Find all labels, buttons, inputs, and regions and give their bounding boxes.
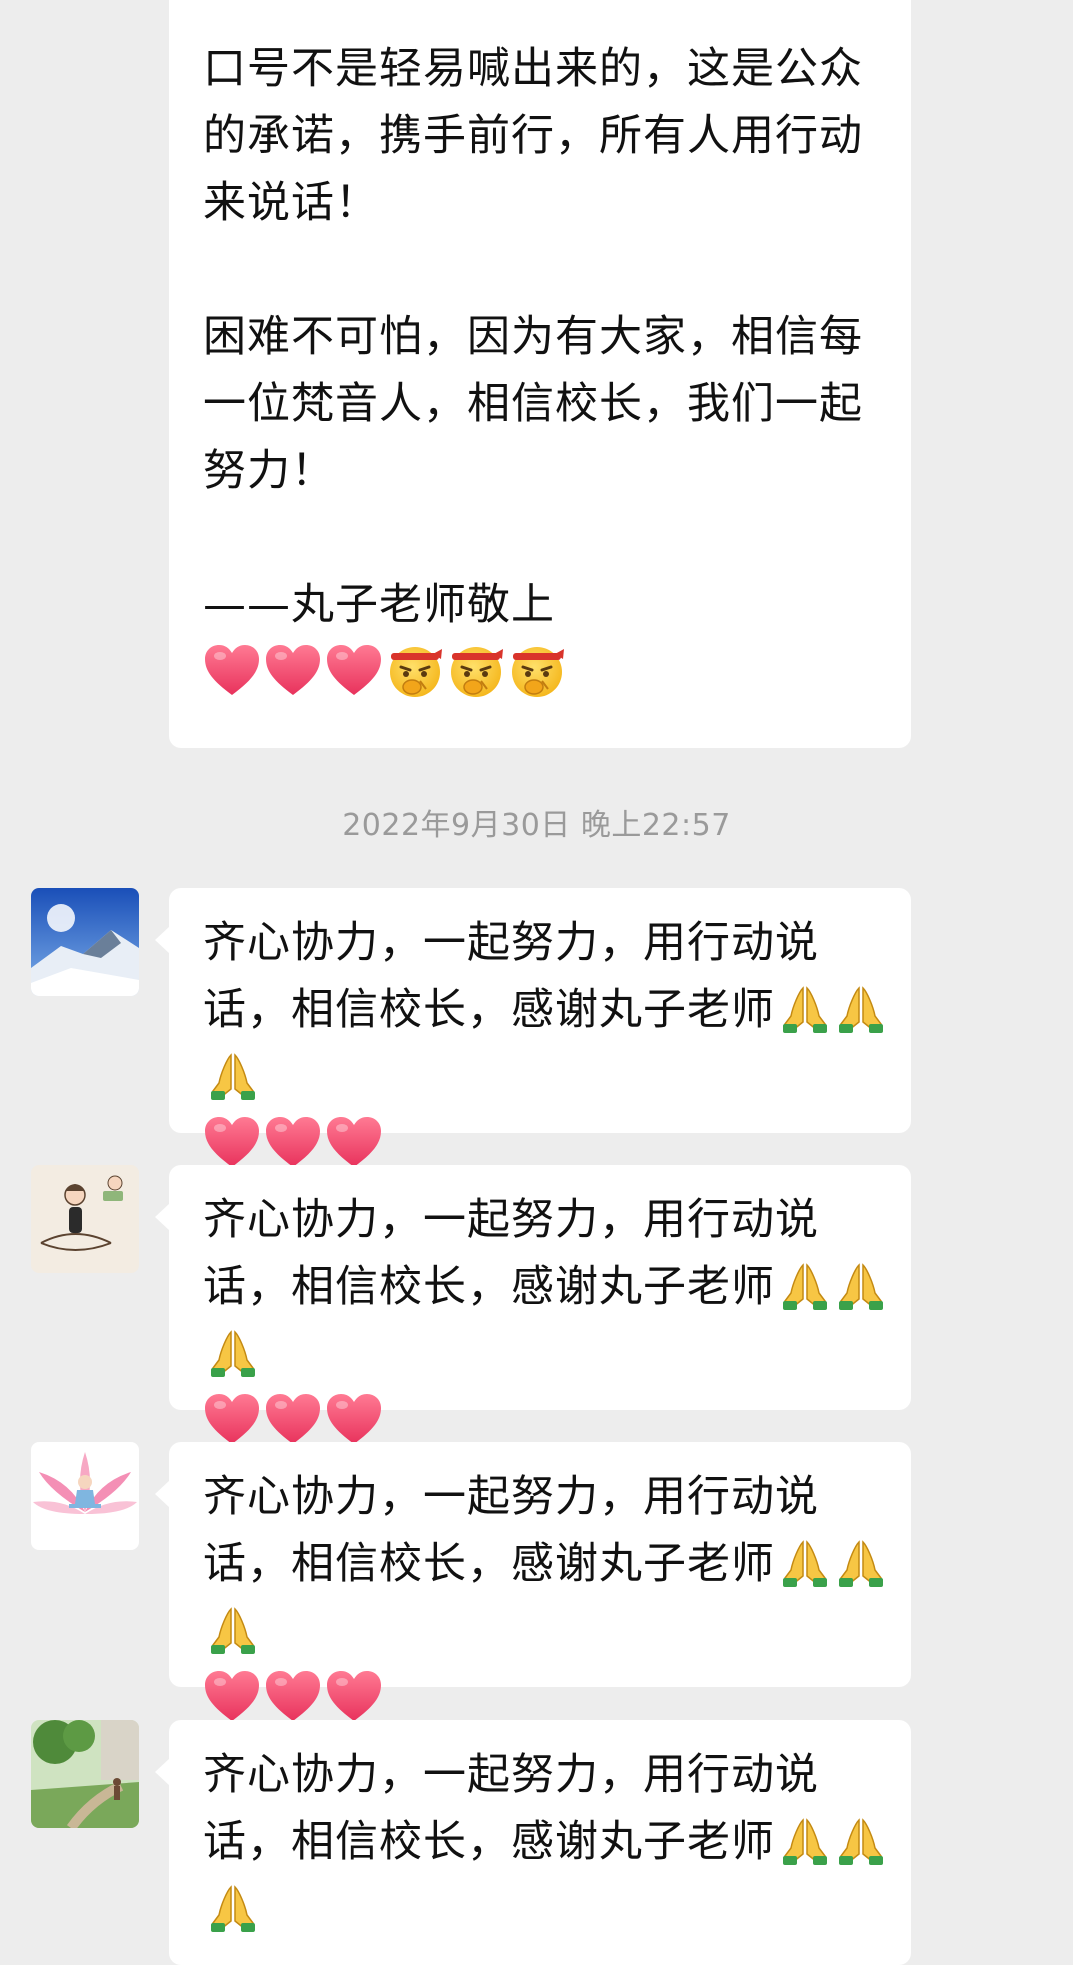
- pray-icon: [779, 1259, 831, 1311]
- pray-icon: [207, 1881, 259, 1933]
- lotus-meditation-avatar-icon: [31, 1442, 139, 1550]
- message-bubble[interactable]: 齐心协力，一起努力，用行动说话，相信校长，感谢丸子老师: [155, 1720, 911, 1965]
- pray-icon: [779, 1814, 831, 1866]
- emoji-row: [203, 639, 883, 701]
- pray-icon: [779, 1536, 831, 1588]
- message-bubble[interactable]: 齐心协力，一起努力，用行动说话，相信校长，感谢丸子老师: [155, 888, 911, 1133]
- pray-icon: [835, 982, 887, 1034]
- heart-icon: [203, 1669, 261, 1723]
- park-walk-avatar-icon: [31, 1720, 139, 1828]
- snowy-mountain-avatar-icon: [31, 888, 139, 996]
- message-text: 齐心协力，一起努力，用行动说话，相信校长，感谢丸子老师: [203, 1195, 819, 1312]
- heart-icon: [325, 1669, 383, 1723]
- pray-icon: [207, 1049, 259, 1101]
- message-signature: ——丸子老师敬上: [203, 580, 555, 630]
- avatar[interactable]: [31, 1442, 139, 1550]
- message-text: 齐心协力，一起努力，用行动说话，相信校长，感谢丸子老师: [203, 1750, 819, 1867]
- emoji-row: [203, 1388, 903, 1450]
- emoji-row: [203, 1111, 903, 1173]
- pray-icon: [207, 1326, 259, 1378]
- yoga-drawing-avatar-icon: [31, 1165, 139, 1273]
- pray-icon: [207, 1603, 259, 1655]
- emoji-row: [203, 1665, 903, 1727]
- avatar[interactable]: [31, 1165, 139, 1273]
- saluting-face-icon: [386, 641, 444, 699]
- heart-icon: [264, 1669, 322, 1723]
- heart-icon: [325, 1392, 383, 1446]
- heart-icon: [203, 643, 261, 697]
- message-paragraph: 口号不是轻易喊出来的，这是公众的承诺，携手前行，所有人用行动来说话！: [203, 44, 863, 228]
- pray-icon: [835, 1536, 887, 1588]
- avatar[interactable]: [31, 1720, 139, 1828]
- message-bubble-first[interactable]: 口号不是轻易喊出来的，这是公众的承诺，携手前行，所有人用行动来说话！ 困难不可怕…: [169, 0, 911, 748]
- pray-icon: [835, 1814, 887, 1866]
- message-text: 齐心协力，一起努力，用行动说话，相信校长，感谢丸子老师: [203, 1472, 819, 1589]
- pray-icon: [779, 982, 831, 1034]
- heart-icon: [325, 643, 383, 697]
- message-bubble[interactable]: 齐心协力，一起努力，用行动说话，相信校长，感谢丸子老师: [155, 1165, 911, 1410]
- avatar[interactable]: [31, 888, 139, 996]
- heart-icon: [203, 1392, 261, 1446]
- heart-icon: [325, 1115, 383, 1169]
- message-text: 齐心协力，一起努力，用行动说话，相信校长，感谢丸子老师: [203, 918, 819, 1035]
- pray-icon: [835, 1259, 887, 1311]
- message-bubble[interactable]: 齐心协力，一起努力，用行动说话，相信校长，感谢丸子老师: [155, 1442, 911, 1687]
- heart-icon: [203, 1115, 261, 1169]
- saluting-face-icon: [447, 641, 505, 699]
- heart-icon: [264, 1392, 322, 1446]
- heart-icon: [264, 643, 322, 697]
- heart-icon: [264, 1115, 322, 1169]
- message-paragraph: 困难不可怕，因为有大家，相信每一位梵音人，相信校长，我们一起努力！: [203, 312, 863, 496]
- saluting-face-icon: [508, 641, 566, 699]
- timestamp: 2022年9月30日 晚上22:57: [342, 808, 731, 843]
